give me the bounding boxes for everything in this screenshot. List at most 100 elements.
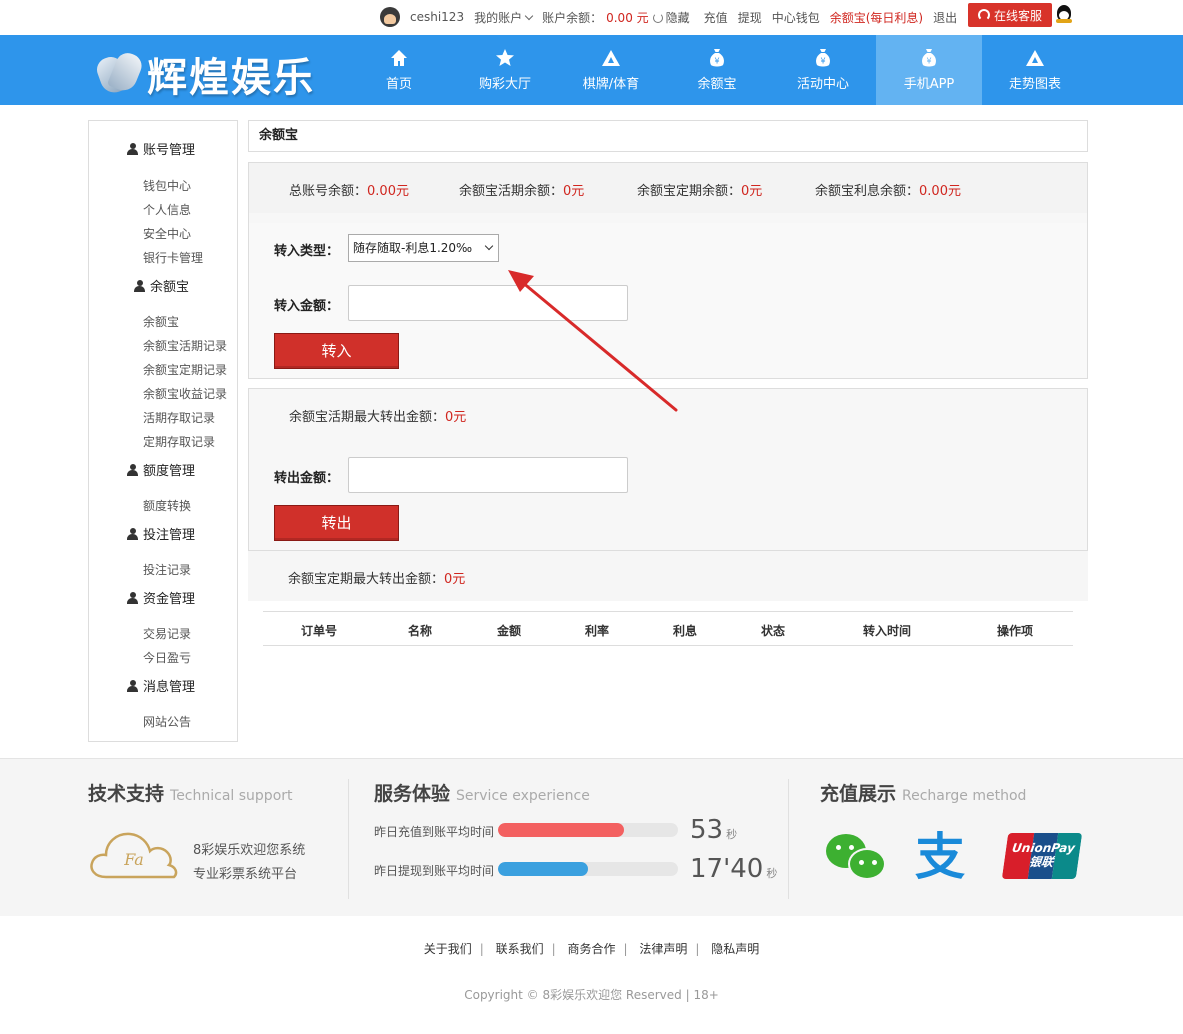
current-max-transfer-out: 余额宝活期最大转出金额：0元 xyxy=(289,410,467,425)
main-header: 辉煌娱乐 首页 购彩大厅 棋牌/体育 ¥ 余额宝 ¥ 活动中心 ¥ 手机APP … xyxy=(0,35,1183,105)
column-header-order-no[interactable]: 订单号 xyxy=(301,622,337,639)
sidebar-item-current-deposit-records[interactable]: 活期存取记录 xyxy=(143,409,215,426)
user-avatar-icon xyxy=(380,7,400,27)
my-account-menu[interactable]: 我的账户 xyxy=(474,9,534,26)
recharge-time-label: 昨日充值到账平均时间 xyxy=(374,825,495,839)
center-wallet-link[interactable]: 中心钱包 xyxy=(772,9,820,26)
sidebar: 账号管理 钱包中心 个人信息 安全中心 银行卡管理 余额宝 余额宝 余额宝活期记… xyxy=(88,120,238,742)
sidebar-group-account[interactable]: 账号管理 xyxy=(127,139,195,158)
sidebar-item-site-notice[interactable]: 网站公告 xyxy=(143,713,191,730)
nav-trend-chart[interactable]: 走势图表 xyxy=(982,35,1088,105)
sidebar-group-yuebao[interactable]: 余额宝 xyxy=(134,276,189,295)
balance-value: 0.00 元 xyxy=(606,10,649,25)
nav-yuebao[interactable]: ¥ 余额宝 xyxy=(664,35,770,105)
sidebar-group-messages[interactable]: 消息管理 xyxy=(127,676,195,695)
sidebar-item-quota-transfer[interactable]: 额度转换 xyxy=(143,497,191,514)
svg-text:¥: ¥ xyxy=(714,57,719,66)
transfer-out-button[interactable]: 转出 xyxy=(274,505,399,541)
home-icon xyxy=(391,50,407,66)
column-header-rate[interactable]: 利率 xyxy=(585,622,609,639)
triangle-icon xyxy=(602,50,620,66)
sidebar-group-betting[interactable]: 投注管理 xyxy=(127,524,195,543)
main-nav: 首页 购彩大厅 棋牌/体育 ¥ 余额宝 ¥ 活动中心 ¥ 手机APP 走势图表 xyxy=(346,35,1088,105)
tech-support-title: 技术支持 Technical support xyxy=(88,783,293,805)
svg-text:¥: ¥ xyxy=(820,57,825,66)
copyright: Copyright © 8彩娱乐欢迎您 Reserved | 18+ xyxy=(464,988,719,1002)
stat-interest-balance: 余额宝利息余额：0.00元 xyxy=(815,184,961,199)
service-experience-title: 服务体验 Service experience xyxy=(374,783,590,805)
transfer-type-select[interactable]: 随存随取-利息1.20‰ xyxy=(348,234,499,262)
site-logo[interactable]: 辉煌娱乐 xyxy=(93,45,315,103)
sidebar-item-yuebao-income-records[interactable]: 余额宝收益记录 xyxy=(143,385,227,402)
sidebar-item-fixed-deposit-records[interactable]: 定期存取记录 xyxy=(143,433,215,450)
logout-link[interactable]: 退出 xyxy=(933,9,957,26)
fixed-max-panel: 余额宝定期最大转出金额：0元 xyxy=(248,551,1088,601)
sidebar-group-quota[interactable]: 额度管理 xyxy=(127,460,195,479)
sidebar-item-security-center[interactable]: 安全中心 xyxy=(143,225,191,242)
svg-text:Fa: Fa xyxy=(123,850,144,869)
wechat-pay-icon[interactable] xyxy=(826,834,886,882)
sidebar-item-transaction-records[interactable]: 交易记录 xyxy=(143,625,191,642)
unionpay-icon[interactable]: UnionPay 银联 xyxy=(1001,833,1083,879)
sidebar-item-personal-info[interactable]: 个人信息 xyxy=(143,201,191,218)
footer-link-business[interactable]: 商务合作 xyxy=(567,942,615,956)
stat-current-balance: 余额宝活期余额：0元 xyxy=(459,184,585,199)
qq-penguin-icon[interactable] xyxy=(1055,5,1073,25)
money-bag-icon: ¥ xyxy=(816,49,830,67)
nav-chess-sports[interactable]: 棋牌/体育 xyxy=(558,35,664,105)
column-header-actions[interactable]: 操作项 xyxy=(997,622,1033,639)
handshake-logo-icon xyxy=(93,49,146,99)
triangle-icon xyxy=(1026,50,1044,66)
sidebar-item-today-profit[interactable]: 今日盈亏 xyxy=(143,649,191,666)
hide-balance-toggle[interactable]: 隐藏 xyxy=(652,9,690,26)
transfer-in-button[interactable]: 转入 xyxy=(274,333,399,369)
alipay-icon[interactable]: 支 xyxy=(915,831,965,883)
withdraw-time-value: 17'40 秒 xyxy=(690,854,778,884)
sidebar-item-bank-cards[interactable]: 银行卡管理 xyxy=(143,249,203,266)
column-header-transfer-time[interactable]: 转入时间 xyxy=(863,622,911,639)
footer-link-contact[interactable]: 联系我们 xyxy=(496,942,544,956)
footer-link-legal[interactable]: 法律声明 xyxy=(639,942,687,956)
balance-stats: 总账号余额：0.00元 余额宝活期余额：0元 余额宝定期余额：0元 余额宝利息余… xyxy=(249,163,1087,213)
sidebar-item-yuebao-fixed-records[interactable]: 余额宝定期记录 xyxy=(143,361,227,378)
sidebar-group-funds[interactable]: 资金管理 xyxy=(127,588,195,607)
divider: | xyxy=(695,942,700,956)
records-table-header: 订单号 名称 金额 利率 利息 状态 转入时间 操作项 xyxy=(263,611,1073,646)
recharge-link[interactable]: 充值 xyxy=(704,9,728,26)
footer-info: 技术支持 Technical support Fa 8彩娱乐欢迎您系统 专业彩票系… xyxy=(0,758,1183,916)
balance-label: 账户余额： xyxy=(542,10,603,25)
withdraw-time-label: 昨日提现到账平均时间 xyxy=(374,864,495,878)
column-header-name[interactable]: 名称 xyxy=(408,622,432,639)
nav-mobile-app[interactable]: ¥ 手机APP xyxy=(876,35,982,105)
fixed-max-transfer-out: 余额宝定期最大转出金额：0元 xyxy=(288,572,466,587)
footer-link-privacy[interactable]: 隐私声明 xyxy=(711,942,759,956)
sidebar-item-yuebao[interactable]: 余额宝 xyxy=(143,313,179,330)
transfer-in-amount-label: 转入金额： xyxy=(274,299,340,314)
user-icon xyxy=(127,527,138,540)
star-icon xyxy=(496,49,514,66)
cloud-logo-icon: Fa xyxy=(90,832,178,879)
column-header-status[interactable]: 状态 xyxy=(761,622,785,639)
footer-links: 关于我们 | 联系我们 | 商务合作 | 法律声明 | 隐私声明 xyxy=(0,940,1183,957)
svg-text:¥: ¥ xyxy=(926,57,931,66)
nav-home[interactable]: 首页 xyxy=(346,35,452,105)
withdraw-link[interactable]: 提现 xyxy=(738,9,762,26)
sidebar-item-wallet-center[interactable]: 钱包中心 xyxy=(143,177,191,194)
nav-lottery-hall[interactable]: 购彩大厅 xyxy=(452,35,558,105)
online-service-button[interactable]: 在线客服 xyxy=(968,3,1052,27)
column-header-interest[interactable]: 利息 xyxy=(673,622,697,639)
transfer-out-amount-input[interactable] xyxy=(348,457,628,493)
nav-activity-center[interactable]: ¥ 活动中心 xyxy=(770,35,876,105)
sidebar-item-bet-records[interactable]: 投注记录 xyxy=(143,561,191,578)
divider xyxy=(788,779,789,899)
footer-link-about[interactable]: 关于我们 xyxy=(424,942,472,956)
username: ceshi123 xyxy=(410,10,465,24)
transfer-in-amount-input[interactable] xyxy=(348,285,628,321)
transfer-in-panel: 总账号余额：0.00元 余额宝活期余额：0元 余额宝定期余额：0元 余额宝利息余… xyxy=(248,162,1088,379)
chevron-down-icon xyxy=(524,11,534,20)
chevron-down-icon xyxy=(484,241,494,251)
yuebao-daily-link[interactable]: 余额宝(每日利息) xyxy=(830,9,923,26)
headset-icon xyxy=(977,9,990,21)
sidebar-item-yuebao-current-records[interactable]: 余额宝活期记录 xyxy=(143,337,227,354)
column-header-amount[interactable]: 金额 xyxy=(497,622,521,639)
